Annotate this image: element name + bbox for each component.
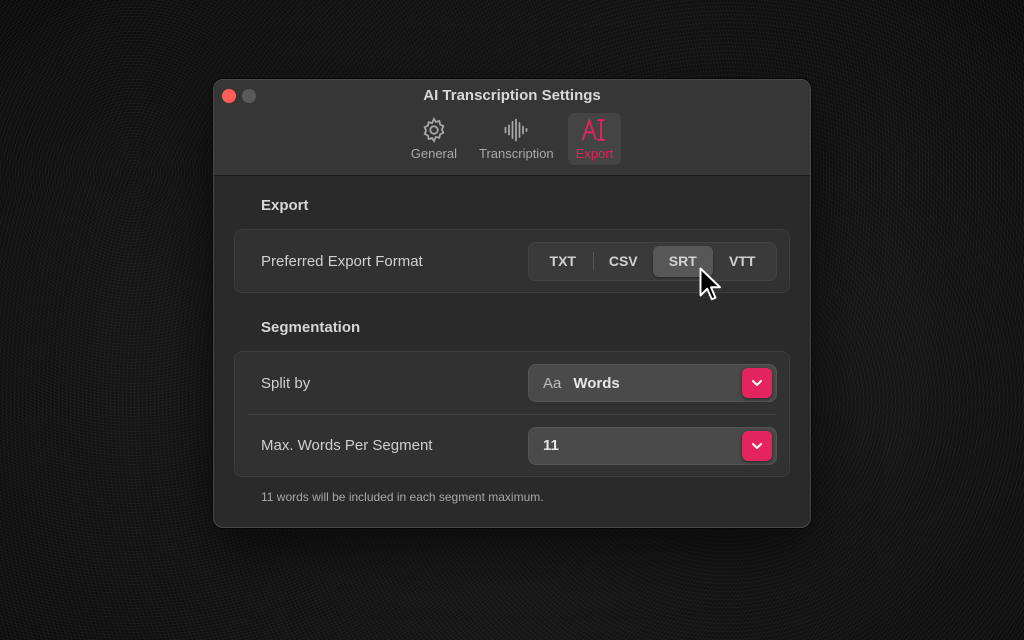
max-words-value: 11	[543, 437, 559, 454]
mouse-cursor-icon	[699, 267, 721, 301]
titlebar: AI Transcription Settings General Transc…	[214, 80, 810, 176]
export-section-title: Export	[261, 197, 309, 214]
format-option-csv[interactable]: CSV	[594, 246, 654, 277]
window-title: AI Transcription Settings	[423, 87, 601, 104]
tab-general-label: General	[410, 146, 457, 161]
format-segmented-control: TXT CSV SRT VTT	[528, 241, 777, 281]
settings-content: Export Preferred Export Format TXT CSV S…	[214, 197, 810, 504]
max-words-label: Max. Words Per Segment	[261, 437, 433, 454]
tab-export-label: Export	[575, 146, 614, 161]
max-words-select[interactable]: 11	[528, 426, 777, 465]
settings-window: AI Transcription Settings General Transc…	[213, 79, 811, 528]
split-by-dropdown-button[interactable]	[742, 368, 772, 398]
preferred-format-label: Preferred Export Format	[261, 252, 423, 270]
format-option-txt[interactable]: TXT	[533, 246, 593, 277]
tab-transcription[interactable]: Transcription	[471, 113, 562, 165]
chevron-down-icon	[752, 380, 762, 386]
tab-transcription-label: Transcription	[479, 146, 554, 161]
text-cursor-icon	[582, 117, 606, 141]
segmentation-panel: Split by Aa Words Max. Words Per Segment…	[234, 351, 790, 477]
gear-icon	[423, 117, 445, 143]
toolbar-tabs: General Transcription Export	[214, 113, 810, 165]
split-by-value: Words	[573, 374, 620, 392]
tab-export[interactable]: Export	[567, 113, 622, 165]
chevron-down-icon	[752, 442, 762, 449]
waveform-icon	[504, 118, 528, 142]
text-format-icon: Aa	[543, 374, 562, 392]
segmentation-section-title: Segmentation	[261, 319, 361, 336]
split-by-select[interactable]: Aa Words	[528, 364, 777, 402]
max-words-hint: 11 words will be included in each segmen…	[261, 490, 544, 504]
split-by-label: Split by	[261, 374, 311, 392]
split-by-row: Split by Aa Words	[235, 352, 789, 414]
max-words-dropdown-button[interactable]	[742, 430, 772, 461]
tab-general[interactable]: General	[403, 113, 465, 165]
max-words-row: Max. Words Per Segment 11	[247, 414, 777, 476]
